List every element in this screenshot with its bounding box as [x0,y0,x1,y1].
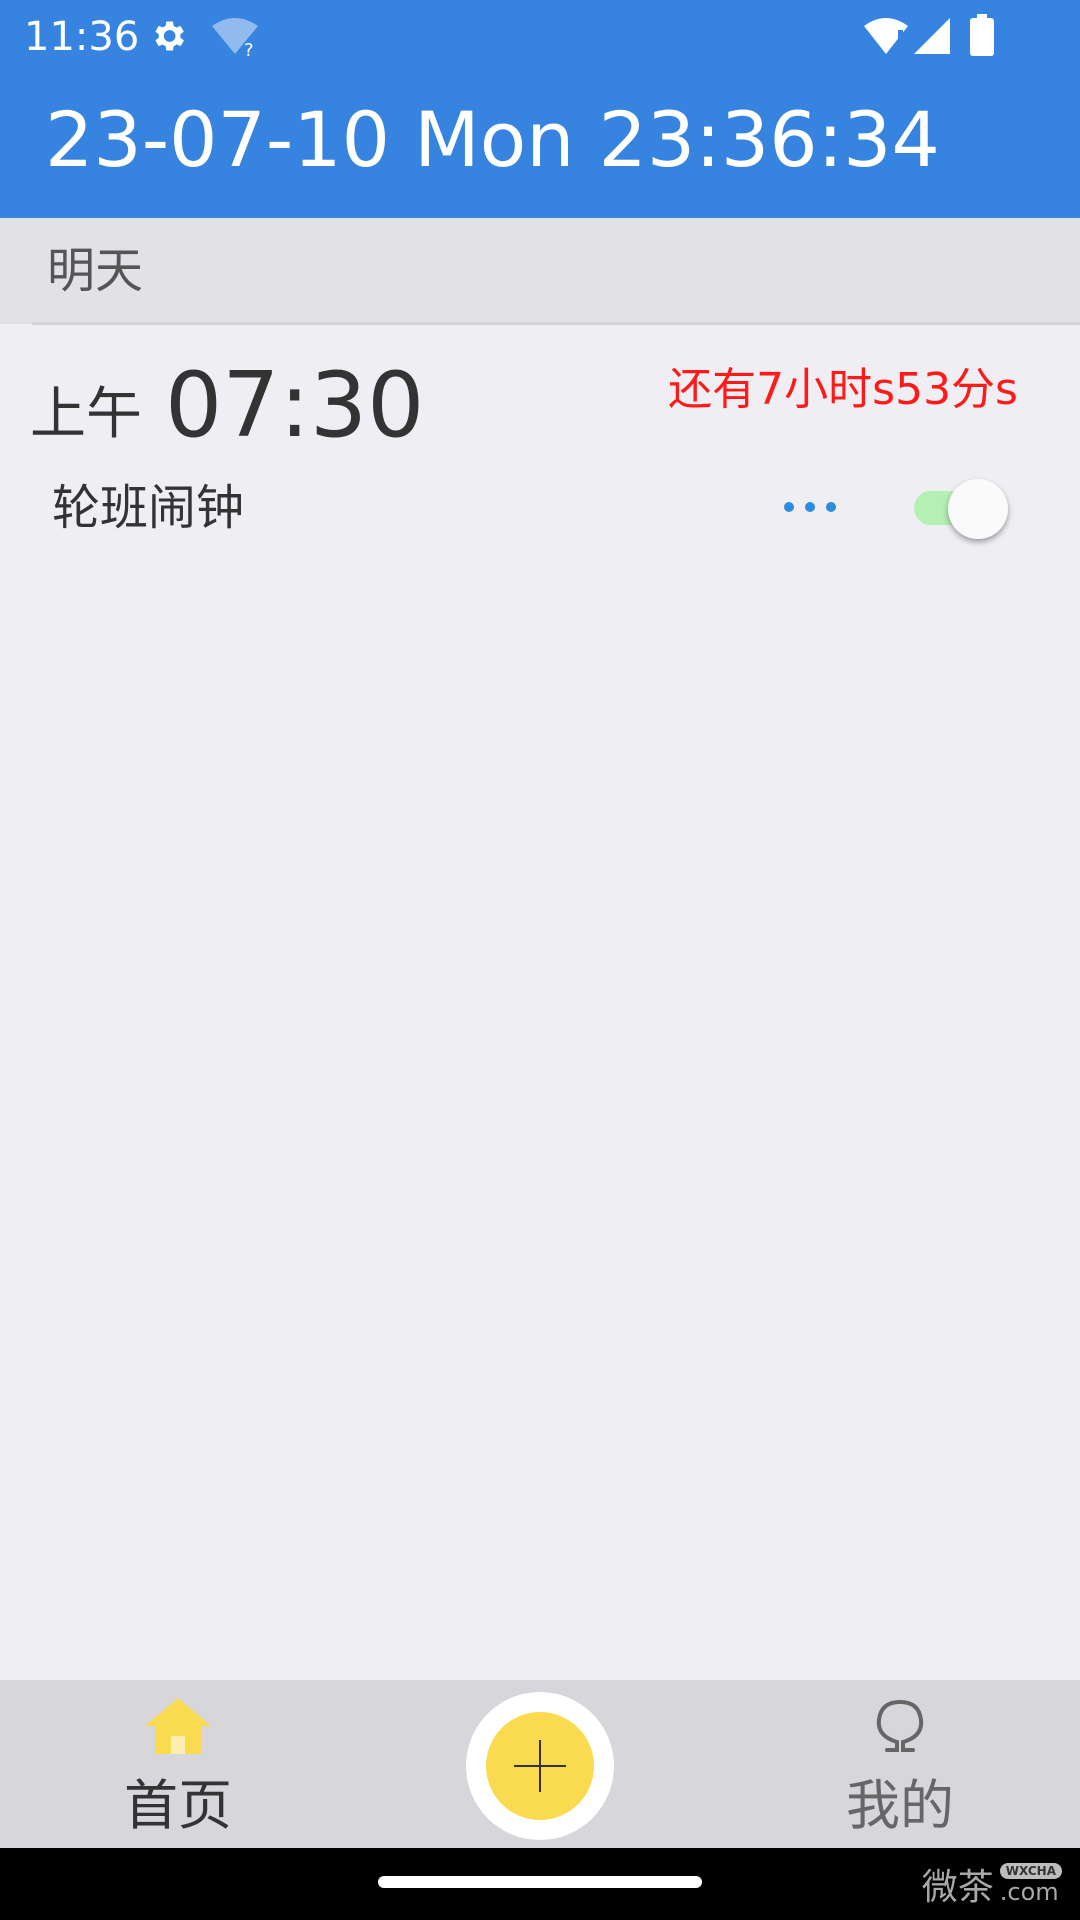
header-clock: 23-07-10 Mon 23:36:34 [45,95,940,184]
nav-mine-label: 我的 [846,1774,954,1837]
wifi-question-icon: ? [212,18,258,58]
alarm-item[interactable]: 上午 07:30 还有7小时s53分s 轮班闹钟 [0,325,1080,555]
nav-tab-home[interactable]: 首页 [78,1680,278,1848]
watermark: 微茶 WXCHA .com [922,1856,1062,1912]
plus-icon [486,1712,594,1820]
alarm-enable-toggle[interactable] [910,477,1010,539]
toggle-thumb [948,479,1008,539]
svg-text:?: ? [244,40,254,58]
status-bar: 11:36 ? [0,0,1080,75]
wifi-alert-icon [864,18,908,54]
watermark-badge: WXCHA [999,1863,1062,1879]
system-navigation-bar: 微茶 WXCHA .com [0,1848,1080,1920]
nav-tab-mine[interactable]: 我的 [800,1680,1000,1848]
more-options-button[interactable] [780,485,840,529]
battery-icon [970,14,994,56]
cell-signal-icon [914,18,950,54]
section-title: 明天 [47,243,144,299]
add-alarm-button[interactable] [466,1692,614,1840]
watermark-text: 微茶 [921,1867,994,1908]
settings-gear-icon [155,21,184,51]
app-header: 11:36 ? 23-07-10 Mon 23:36:34 [0,0,1080,218]
more-dot-icon [826,502,836,512]
alarm-remaining-time: 还有7小时s53分s [668,364,1018,415]
alarm-label: 轮班闹钟 [52,480,245,536]
watermark-suffix: .com [999,1878,1059,1906]
home-icon [145,1698,211,1754]
profile-icon [876,1699,924,1752]
nav-home-label: 首页 [124,1774,232,1837]
section-header: 明天 [0,218,1080,324]
more-dot-icon [784,502,794,512]
more-dot-icon [805,502,815,512]
alarm-time: 07:30 [165,353,425,458]
alarm-period: 上午 [30,382,142,447]
gesture-home-handle[interactable] [378,1876,702,1888]
status-time: 11:36 [24,14,140,60]
